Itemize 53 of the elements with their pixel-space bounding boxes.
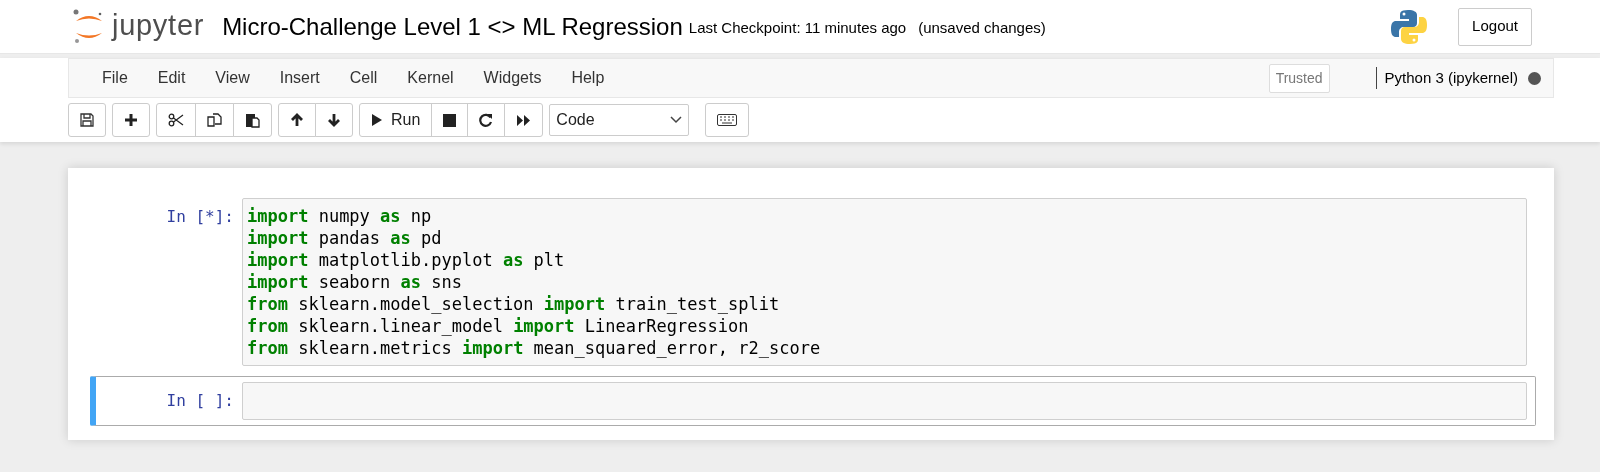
menu-item[interactable]: Kernel [394,58,467,98]
menu-item[interactable]: Insert [266,58,333,98]
code-line: import matplotlib.pyplot as plt [247,249,565,271]
input-prompt: In [ ]: [165,390,235,412]
trusted-indicator[interactable]: Trusted [1268,63,1330,93]
stop-button[interactable] [431,103,469,137]
fast-forward-icon [516,113,532,127]
arrow-up-icon [290,113,304,127]
notebook-cell[interactable]: In [ ]: [90,376,1536,426]
menu-item[interactable]: Cell [336,58,391,98]
cut-button[interactable] [156,103,196,137]
paste-button[interactable] [233,103,272,137]
save-status: (unsaved changes) [918,18,1046,39]
menu-item[interactable]: Edit [144,58,199,98]
notebook-title[interactable]: Micro-Challenge Level 1 <> ML Regression [222,8,683,45]
insert-cell-button[interactable] [112,103,150,137]
logout-button[interactable]: Logout [1458,7,1532,46]
code-line: import seaborn as sns [247,271,462,293]
logo-text: jupyter [112,11,205,40]
play-icon [371,113,383,127]
save-button[interactable] [68,103,106,137]
code-line: from sklearn.linear_model import LinearRegression [247,315,749,337]
input-prompt: In [*]: [165,206,235,228]
keyboard-icon [717,114,738,126]
menu-item[interactable]: File [89,58,141,98]
kernel-name[interactable]: Python 3 (ipykernel) [1384,66,1518,90]
checkpoint-text: Last Checkpoint: 11 minutes ago [688,18,907,39]
stop-icon [443,113,457,127]
keyboard-shortcuts-button[interactable] [705,103,750,137]
move-up-button[interactable] [278,103,316,137]
code-editor[interactable] [242,198,1527,366]
arrow-down-icon [327,113,341,127]
chevron-down-icon [670,116,683,124]
copy-button[interactable] [195,103,234,137]
code-line: from sklearn.model_selection import train_test_split [247,293,780,315]
restart-button[interactable] [467,103,506,137]
menu-item[interactable]: Widgets [470,58,555,98]
menu-item[interactable]: Help [558,58,618,98]
paste-icon [245,112,260,128]
copy-icon [207,112,222,128]
move-down-button[interactable] [315,103,353,137]
code-line: import numpy as np [247,205,432,227]
python-logo-icon [1391,8,1428,45]
cell-type-dropdown[interactable]: Code [549,104,690,136]
restart-icon [479,113,494,127]
plus-icon [124,113,138,127]
save-icon [80,113,94,127]
scissors-icon [168,113,184,127]
run-button[interactable]: Run [359,103,433,137]
menu-item[interactable]: View [202,58,263,98]
run-all-button[interactable] [504,103,544,137]
code-line: from sklearn.metrics import mean_squared_error, r2_score [247,337,821,359]
code-line: import pandas as pd [247,227,442,249]
